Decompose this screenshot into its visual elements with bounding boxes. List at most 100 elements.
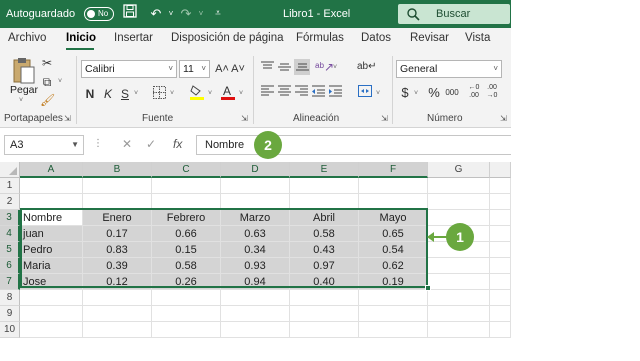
cell[interactable] <box>221 322 290 338</box>
cell[interactable]: 0.17 <box>83 226 152 242</box>
cell[interactable] <box>290 322 359 338</box>
autosave-toggle[interactable]: No <box>84 7 114 21</box>
cell[interactable]: Febrero <box>152 210 221 226</box>
cell[interactable] <box>152 290 221 306</box>
alignment-launcher-icon[interactable]: ⇲ <box>381 114 388 123</box>
font-launcher-icon[interactable]: ⇲ <box>241 114 248 123</box>
align-bottom-icon[interactable] <box>294 59 310 75</box>
row-header[interactable]: 1 <box>0 178 20 194</box>
cell[interactable] <box>83 178 152 194</box>
tab-inicio[interactable]: Inicio <box>66 32 96 44</box>
tab-datos[interactable]: Datos <box>361 32 391 44</box>
cell[interactable]: 0.97 <box>290 258 359 274</box>
cell[interactable] <box>359 290 428 306</box>
cell[interactable]: 0.65 <box>359 226 428 242</box>
align-left-icon[interactable] <box>260 85 274 101</box>
cell[interactable]: 0.66 <box>152 226 221 242</box>
row-header[interactable]: 9 <box>0 306 20 322</box>
cell[interactable] <box>20 178 83 194</box>
cell[interactable] <box>428 290 490 306</box>
cell[interactable] <box>152 322 221 338</box>
tab-formulas[interactable]: Fórmulas <box>296 32 344 44</box>
cell[interactable]: Enero <box>83 210 152 226</box>
tab-insertar[interactable]: Insertar <box>114 32 153 44</box>
cell[interactable]: Maria <box>20 258 83 274</box>
fill-dropdown-icon[interactable]: ˅ <box>208 90 212 97</box>
column-header[interactable]: E <box>290 162 359 178</box>
borders-icon[interactable] <box>151 86 167 102</box>
column-header[interactable]: C <box>152 162 221 178</box>
column-header[interactable]: B <box>83 162 152 178</box>
bold-button[interactable]: N <box>84 86 96 102</box>
orientation-dropdown-icon[interactable]: ˅ <box>333 64 337 71</box>
fill-color-icon[interactable] <box>189 84 205 100</box>
customize-qat-icon[interactable]: ⩡ <box>208 4 228 24</box>
cell[interactable]: 0.54 <box>359 242 428 258</box>
merge-center-icon[interactable] <box>357 85 373 101</box>
font-size-combo[interactable]: 11 ˅ <box>179 60 210 78</box>
cell[interactable] <box>83 194 152 210</box>
cell[interactable] <box>490 210 511 226</box>
column-header[interactable]: A <box>20 162 83 178</box>
cell[interactable] <box>490 242 511 258</box>
align-middle-icon[interactable] <box>277 61 291 77</box>
cell[interactable] <box>221 306 290 322</box>
cell[interactable] <box>490 290 511 306</box>
search-box[interactable]: Buscar <box>398 4 510 24</box>
tab-revisar[interactable]: Revisar <box>410 32 449 44</box>
cell[interactable]: 0.94 <box>221 274 290 290</box>
cell[interactable] <box>359 322 428 338</box>
cell[interactable] <box>359 178 428 194</box>
cell[interactable]: 0.40 <box>290 274 359 290</box>
clipboard-launcher-icon[interactable]: ⇲ <box>64 114 71 123</box>
cell[interactable] <box>490 274 511 290</box>
tab-disposicion[interactable]: Disposición de página <box>171 32 284 44</box>
increase-indent-icon[interactable] <box>328 85 342 101</box>
cell[interactable] <box>20 306 83 322</box>
cell[interactable] <box>83 290 152 306</box>
cell[interactable]: Abril <box>290 210 359 226</box>
row-header[interactable]: 2 <box>0 194 20 210</box>
italic-button[interactable]: K <box>102 86 114 102</box>
increase-decimal-icon[interactable]: ←0.00 <box>467 84 481 100</box>
cell[interactable]: 0.19 <box>359 274 428 290</box>
cell[interactable] <box>359 306 428 322</box>
cell[interactable] <box>490 226 511 242</box>
save-icon[interactable] <box>120 4 140 24</box>
font-color-dropdown-icon[interactable]: ˅ <box>239 90 243 97</box>
cell[interactable] <box>221 290 290 306</box>
cell[interactable]: 0.93 <box>221 258 290 274</box>
row-header[interactable]: 4 <box>0 226 20 242</box>
cell[interactable] <box>20 322 83 338</box>
merge-dropdown-icon[interactable]: ˅ <box>376 90 380 97</box>
tab-vista[interactable]: Vista <box>465 32 490 44</box>
cell[interactable] <box>221 194 290 210</box>
cell[interactable] <box>490 178 511 194</box>
fill-handle[interactable] <box>425 285 431 291</box>
underline-dropdown-icon[interactable]: ˅ <box>134 90 138 97</box>
cell[interactable]: 0.83 <box>83 242 152 258</box>
cell[interactable] <box>428 322 490 338</box>
copy-dropdown-icon[interactable]: ˅ <box>58 78 62 85</box>
cell[interactable] <box>20 194 83 210</box>
cell[interactable]: 0.62 <box>359 258 428 274</box>
cell[interactable] <box>152 178 221 194</box>
font-name-combo[interactable]: Calibri ˅ <box>81 60 177 78</box>
cut-icon[interactable]: ✂ <box>40 55 54 71</box>
underline-button[interactable]: S <box>119 86 131 102</box>
format-painter-icon[interactable]: 🖌 <box>40 92 55 108</box>
currency-button[interactable]: $ <box>399 85 411 101</box>
row-header[interactable]: 10 <box>0 322 20 338</box>
more-icon[interactable]: ⋮ <box>93 138 103 149</box>
borders-dropdown-icon[interactable]: ˅ <box>170 90 174 97</box>
number-launcher-icon[interactable]: ⇲ <box>500 114 507 123</box>
cell[interactable]: Nombre <box>20 210 83 226</box>
cell[interactable]: 0.63 <box>221 226 290 242</box>
cell[interactable] <box>490 306 511 322</box>
paste-dropdown-icon[interactable]: ˅ <box>19 97 23 104</box>
cell[interactable]: 0.39 <box>83 258 152 274</box>
cell[interactable]: 0.15 <box>152 242 221 258</box>
cell[interactable] <box>428 258 490 274</box>
column-header[interactable]: F <box>359 162 428 178</box>
currency-dropdown-icon[interactable]: ˅ <box>414 90 418 97</box>
